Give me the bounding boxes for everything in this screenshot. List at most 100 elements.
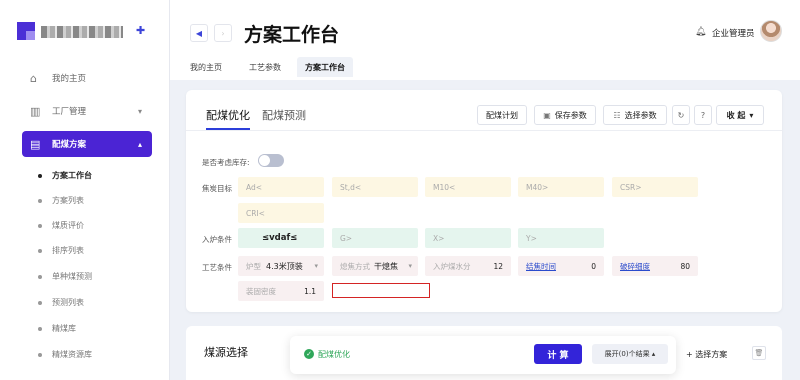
quench-label: 熄焦方式: [340, 261, 370, 271]
g-field[interactable]: G>: [332, 228, 418, 248]
refresh-icon: ↻: [677, 110, 685, 120]
select-params-label: 选择参数: [624, 110, 657, 120]
coal-source-title: 煤源选择: [204, 346, 248, 359]
chevron-down-icon: ▾: [408, 262, 412, 270]
sidebar: ✚ ⌂ 我的主页 ▥ 工厂管理 ▾ ▤ 配煤方案 ▴ 方案工作台 方案列表 煤质…: [0, 0, 170, 380]
sidebar-item-home[interactable]: ⌂ 我的主页: [22, 65, 152, 91]
home-icon: ⌂: [30, 71, 37, 85]
sidebar-subitem-single-predict[interactable]: 单种煤预测: [38, 271, 92, 282]
sidebar-subitem-predict-list[interactable]: 预测列表: [38, 297, 84, 308]
sidebar-item-blending[interactable]: ▤ 配煤方案 ▴: [22, 131, 152, 157]
ad-field[interactable]: Ad<: [238, 177, 324, 197]
help-button[interactable]: ?: [694, 105, 712, 125]
m40-field[interactable]: M40>: [518, 177, 604, 197]
collapse-button[interactable]: 收 起 ▾: [716, 105, 764, 125]
caret-down-icon: ▾: [749, 110, 754, 120]
tab-process-params[interactable]: 工艺参数: [241, 57, 289, 77]
pin-icon[interactable]: ✚: [136, 24, 145, 37]
bullet-icon: [38, 223, 42, 228]
bullet-icon: [38, 198, 42, 203]
furnace-type-select[interactable]: 炉型 4.3米顶装 ▾: [238, 256, 324, 276]
sidebar-subitem-label: 排序列表: [52, 246, 84, 255]
help-icon: ?: [700, 110, 706, 120]
blending-card: 配煤优化 配煤预测 配煤计划 ▣ 保存参数 ☷ 选择参数 ↻ ? 收 起 ▾ 是否考虑…: [186, 90, 782, 312]
sidebar-subitem-plan-list[interactable]: 方案列表: [38, 195, 84, 206]
furnace-type-label: 炉型: [246, 261, 261, 271]
page-tabs: 我的主页 工艺参数 方案工作台: [170, 55, 800, 80]
moisture-field[interactable]: 入炉煤水分 12: [425, 256, 511, 276]
m10-field[interactable]: M10<: [425, 177, 511, 197]
x-field[interactable]: X>: [425, 228, 511, 248]
sidebar-subitem-sort-list[interactable]: 排序列表: [38, 245, 84, 256]
vdaf-field[interactable]: ≤vdaf≤: [238, 228, 324, 248]
plan-button[interactable]: 配煤计划: [477, 105, 527, 125]
moisture-value: 12: [493, 261, 503, 271]
divider: [186, 130, 782, 131]
crush-field[interactable]: 破碎细度 80: [612, 256, 698, 276]
delete-button[interactable]: 🗑︎: [752, 346, 766, 360]
calculate-button[interactable]: 计 算: [534, 344, 582, 364]
forward-button[interactable]: ›: [214, 24, 232, 42]
floating-action-bar: ✓ 配煤优化 计 算 展开(0)个结果 ▴: [290, 336, 676, 374]
chevron-down-icon: ▾: [314, 262, 318, 270]
sidebar-item-label: 配煤方案: [52, 140, 87, 150]
logo-text-redacted: [41, 26, 123, 38]
bullet-icon: [38, 300, 42, 305]
list-icon: ☷: [613, 110, 621, 120]
bulk-density-label: 装固密度: [246, 286, 276, 296]
avatar[interactable]: [760, 20, 782, 42]
bell-icon[interactable]: 🔔︎: [695, 27, 706, 37]
chevron-right-icon: ›: [221, 28, 225, 38]
cri-field[interactable]: CRI<: [238, 203, 324, 223]
logo-mark: [17, 22, 35, 40]
coking-time-value: 0: [591, 261, 596, 271]
sidebar-item-label: 工厂管理: [52, 107, 87, 117]
y-field[interactable]: Y>: [518, 228, 604, 248]
select-params-button[interactable]: ☷ 选择参数: [603, 105, 667, 125]
tab-blending-optimize[interactable]: 配煤优化: [206, 107, 250, 123]
crush-value: 80: [680, 261, 690, 271]
tab-blending-predict[interactable]: 配煤预测: [262, 107, 306, 123]
bulk-density-field[interactable]: 装固密度 1.1: [238, 281, 324, 301]
highlight-box: [332, 283, 430, 298]
back-button[interactable]: ◀: [190, 24, 208, 42]
sidebar-subitem-label: 精煤库: [52, 324, 76, 333]
bullet-icon: [38, 173, 42, 178]
std-field[interactable]: St,d<: [332, 177, 418, 197]
sidebar-subitem-workbench[interactable]: 方案工作台: [38, 170, 92, 181]
save-icon: ▣: [543, 110, 551, 120]
sidebar-subitem-label: 精煤资源库: [52, 350, 92, 359]
inventory-toggle[interactable]: [258, 154, 284, 167]
coking-time-field[interactable]: 结焦时间 0: [518, 256, 604, 276]
sidebar-subitem-label: 方案工作台: [52, 171, 92, 180]
sidebar-subitem-clean-coal[interactable]: 精煤库: [38, 323, 76, 334]
header: ◀ › 方案工作台 🔔︎ 企业管理员 我的主页 工艺参数 方案工作台: [170, 0, 800, 80]
furnace-label: 入炉条件: [202, 235, 232, 244]
expand-results-button[interactable]: 展开(0)个结果 ▴: [592, 344, 668, 364]
crush-label[interactable]: 破碎细度: [620, 261, 650, 272]
bullet-icon: [38, 326, 42, 331]
save-params-button[interactable]: ▣ 保存参数: [534, 105, 596, 125]
sidebar-subitem-label: 预测列表: [52, 298, 84, 307]
csr-field[interactable]: CSR>: [612, 177, 698, 197]
inventory-label: 是否考虑库存:: [202, 158, 250, 167]
sidebar-subitem-coal-eval[interactable]: 煤质评价: [38, 220, 84, 231]
tab-workbench[interactable]: 方案工作台: [297, 57, 353, 77]
status-text: 配煤优化: [318, 350, 350, 359]
process-label: 工艺条件: [202, 263, 232, 272]
page-title: 方案工作台: [244, 24, 340, 46]
refresh-button[interactable]: ↻: [672, 105, 690, 125]
sidebar-subitem-clean-coal-resource[interactable]: 精煤资源库: [38, 349, 92, 360]
select-plan-button[interactable]: + 选择方案: [686, 344, 727, 364]
user-name[interactable]: 企业管理员: [712, 27, 755, 39]
factory-icon: ▥: [30, 104, 41, 118]
quench-select[interactable]: 熄焦方式 干熄焦 ▾: [332, 256, 418, 276]
chevron-up-icon: ▴: [137, 139, 142, 149]
sidebar-item-factory[interactable]: ▥ 工厂管理 ▾: [22, 98, 152, 124]
tab-home[interactable]: 我的主页: [182, 57, 230, 77]
check-icon: ✓: [304, 349, 314, 359]
save-params-label: 保存参数: [554, 110, 587, 120]
sidebar-item-label: 我的主页: [52, 74, 87, 84]
coking-time-label[interactable]: 结焦时间: [526, 261, 556, 272]
bullet-icon: [38, 248, 42, 253]
